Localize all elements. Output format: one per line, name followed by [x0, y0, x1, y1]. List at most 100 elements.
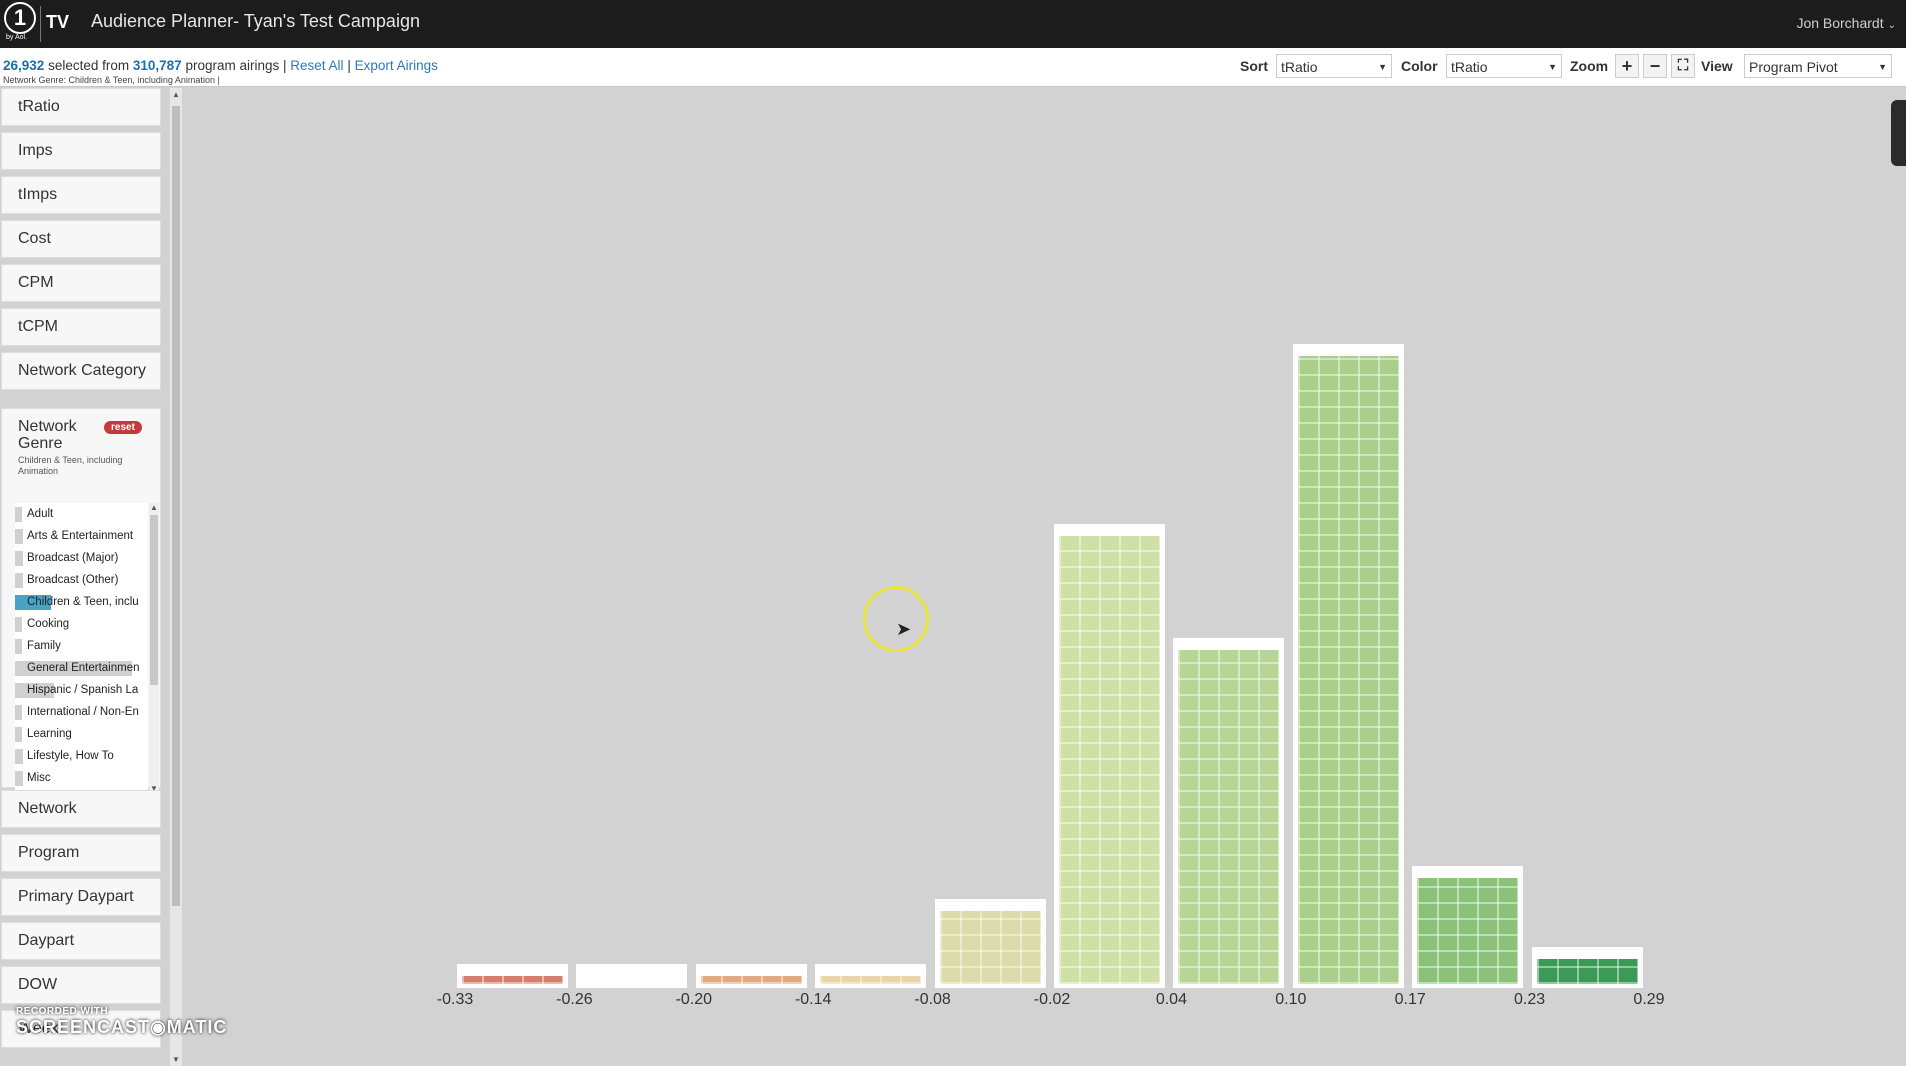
cursor-pointer-icon: ➤	[896, 619, 912, 639]
genre-label: Learning	[27, 728, 72, 740]
zoom-in-button[interactable]: +	[1615, 54, 1639, 78]
histogram-bin[interactable]	[695, 963, 807, 988]
genre-share-bar	[15, 771, 23, 786]
scroll-up-icon[interactable]: ▲	[149, 503, 159, 512]
genre-list-item[interactable]: Misc	[15, 767, 148, 789]
network-genre-title[interactable]: Network Genre	[18, 418, 98, 452]
network-genre-panel: Network Genre reset Children & Teen, inc…	[1, 408, 161, 793]
reset-all-link[interactable]: Reset All	[290, 58, 343, 73]
export-airings-link[interactable]: Export Airings	[355, 58, 438, 73]
program-tiles[interactable]	[1178, 649, 1280, 984]
logo-mark: 1	[4, 2, 36, 34]
total-text: program airings |	[185, 58, 287, 73]
histogram-bin[interactable]	[934, 898, 1046, 988]
sidebar-item-timps[interactable]: tImps	[1, 176, 161, 214]
x-tick-label: -0.14	[794, 991, 832, 1008]
genre-list-item[interactable]: Cooking	[15, 613, 148, 635]
genre-list-item[interactable]: International / Non-En	[15, 701, 148, 723]
sidebar-item-tratio[interactable]: tRatio	[1, 88, 161, 126]
watermark-top: RECORDED WITH	[16, 1006, 109, 1017]
genre-list-item[interactable]: Broadcast (Major)	[15, 547, 148, 569]
histogram-bin[interactable]	[1173, 637, 1285, 988]
genre-share-bar	[15, 617, 22, 632]
genre-share-bar	[15, 551, 23, 566]
sidebar-item-cpm[interactable]: CPM	[1, 264, 161, 302]
active-filter-note: Network Genre: Children & Teen, includin…	[3, 75, 220, 85]
program-tiles[interactable]	[1536, 959, 1638, 984]
genre-list-item[interactable]: General Entertainmen	[15, 657, 148, 679]
screencast-watermark: RECORDED WITH SCREENCAST◉MATIC	[16, 1006, 227, 1038]
histogram-plot: ➤ -0.33 -0.26 -0.20 -0.14 -0.08 -0.02 0.04 0.10…	[182, 88, 1906, 1066]
sidebar-item-primary-daypart[interactable]: Primary Daypart	[1, 878, 161, 916]
program-tiles[interactable]	[1417, 877, 1519, 984]
histogram-bin[interactable]	[576, 963, 688, 988]
sidebar-item-cost[interactable]: Cost	[1, 220, 161, 258]
fullscreen-button[interactable]: ⛶	[1671, 54, 1695, 78]
program-tiles[interactable]	[820, 975, 922, 984]
histogram-bin[interactable]	[1531, 947, 1643, 988]
selection-summary: 26,932 selected from 310,787 program air…	[3, 58, 438, 73]
sort-select[interactable]: tRatio ▼	[1276, 54, 1392, 78]
genre-list-item[interactable]: Arts & Entertainment	[15, 525, 148, 547]
dropdown-arrow-icon: ▼	[1378, 62, 1387, 72]
view-value: Program Pivot	[1749, 59, 1838, 75]
dropdown-arrow-icon: ▼	[1878, 62, 1887, 72]
genre-list-item[interactable]: Adult	[15, 503, 148, 525]
genre-list-scrollbar[interactable]: ▲ ▼	[149, 503, 159, 793]
genre-label: Arts & Entertainment	[27, 530, 134, 542]
view-label: View	[1701, 58, 1733, 74]
zoom-out-button[interactable]: −	[1643, 54, 1667, 78]
genre-label: Lifestyle, How To	[27, 750, 114, 762]
genre-list-item[interactable]: Hispanic / Spanish La	[15, 679, 148, 701]
program-tiles[interactable]	[1059, 535, 1160, 984]
sidebar-item-dow[interactable]: DOW	[1, 966, 161, 1004]
program-tiles[interactable]	[700, 975, 802, 984]
panel-handle[interactable]	[1891, 100, 1906, 166]
genre-list-item[interactable]: Broadcast (Other)	[15, 569, 148, 591]
genre-reset-button[interactable]: reset	[104, 421, 142, 434]
genre-label: General Entertainmen	[27, 662, 140, 674]
view-select[interactable]: Program Pivot ▼	[1744, 54, 1892, 78]
color-select[interactable]: tRatio ▼	[1446, 54, 1562, 78]
sidebar-item-tcpm[interactable]: tCPM	[1, 308, 161, 346]
x-tick-label: 0.10	[1275, 991, 1307, 1008]
one-by-aol-logo[interactable]: 1 by Aol.	[4, 2, 38, 44]
user-menu[interactable]: Jon Borchardt ⌄	[1796, 15, 1896, 31]
scroll-thumb[interactable]	[150, 515, 158, 685]
sidebar-item-daypart[interactable]: Daypart	[1, 922, 161, 960]
genre-share-bar	[15, 727, 22, 742]
scroll-up-icon[interactable]: ▲	[170, 90, 182, 99]
histogram-bin[interactable]	[1412, 865, 1524, 988]
genre-label: Cooking	[27, 618, 70, 630]
sidebar-scrollbar[interactable]: ▲ ▼	[170, 88, 182, 1066]
genre-label: Broadcast (Major)	[27, 552, 119, 564]
sidebar-item-network[interactable]: Network	[1, 790, 161, 828]
genre-share-bar	[15, 749, 23, 764]
sort-label: Sort	[1240, 58, 1268, 74]
genre-share-bar	[15, 573, 23, 588]
x-tick-label: -0.08	[914, 991, 951, 1008]
program-tiles[interactable]	[1297, 356, 1399, 984]
genre-label: Adult	[27, 508, 54, 520]
program-tiles[interactable]	[462, 975, 563, 984]
histogram-bin[interactable]	[1054, 523, 1165, 988]
scroll-thumb[interactable]	[172, 106, 180, 906]
histogram-bin[interactable]	[457, 963, 568, 988]
program-tiles[interactable]	[939, 910, 1041, 984]
sort-value: tRatio	[1281, 59, 1318, 75]
filter-sidebar: Network Genre reset Children & Teen, inc…	[0, 88, 170, 1066]
sidebar-item-program[interactable]: Program	[1, 834, 161, 872]
x-tick-label: -0.20	[675, 991, 713, 1008]
histogram-bin[interactable]	[1292, 344, 1404, 988]
genre-list-item[interactable]: Children & Teen, inclu	[15, 591, 148, 613]
histogram-bin[interactable]	[815, 963, 927, 988]
x-tick-label: -0.33	[436, 991, 474, 1008]
selected-text: selected from	[48, 58, 130, 73]
sidebar-item-imps[interactable]: Imps	[1, 132, 161, 170]
genre-list-item[interactable]: Family	[15, 635, 148, 657]
sidebar-item-network-category[interactable]: Network Category	[1, 352, 161, 390]
genre-list-item[interactable]: Lifestyle, How To	[15, 745, 148, 767]
scroll-down-icon[interactable]: ▼	[170, 1055, 182, 1064]
genre-list-item[interactable]: Learning	[15, 723, 148, 745]
logo-tv: TV	[46, 12, 70, 32]
